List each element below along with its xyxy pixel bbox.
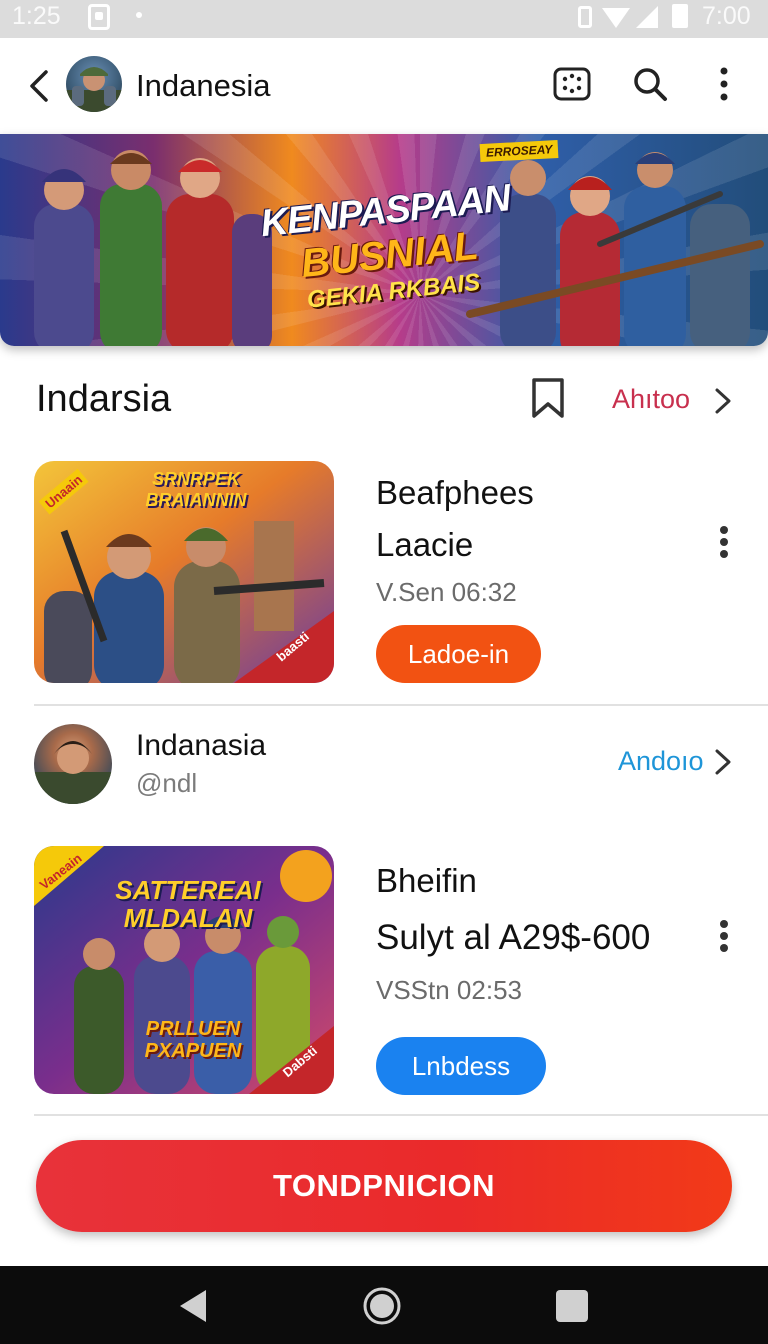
card-meta: V.Sen 06:32 bbox=[376, 577, 517, 607]
primary-cta-button[interactable]: TONDPNICION bbox=[36, 1140, 732, 1232]
nav-recents-button[interactable] bbox=[552, 1286, 592, 1326]
status-time-left: 1:25 bbox=[12, 2, 61, 30]
overflow-menu-button[interactable] bbox=[702, 62, 746, 106]
game-controller-icon bbox=[553, 67, 591, 101]
battery-icon bbox=[672, 4, 688, 28]
card-more-button[interactable] bbox=[718, 920, 730, 956]
wifi-icon bbox=[602, 8, 630, 28]
search-icon bbox=[634, 68, 667, 101]
game-controller-button[interactable] bbox=[550, 62, 594, 106]
card-action-button[interactable]: Ladoe-in bbox=[376, 625, 541, 683]
chevron-right-icon bbox=[715, 749, 731, 775]
signal-icon bbox=[636, 6, 658, 28]
home-circle-icon bbox=[363, 1287, 401, 1325]
author-profile-link[interactable]: Andoıo bbox=[618, 746, 704, 777]
notification-dot-icon bbox=[136, 12, 142, 18]
back-button[interactable] bbox=[24, 66, 58, 106]
system-navigation-bar bbox=[0, 1266, 768, 1344]
card-title-line-2: Sulyt al A29$-600 bbox=[376, 918, 651, 957]
card-title-line-1: Beafphees bbox=[376, 474, 534, 511]
section-title: Indarsia bbox=[36, 378, 172, 420]
card-more-button[interactable] bbox=[718, 526, 730, 562]
more-vertical-icon bbox=[720, 920, 728, 928]
notification-icon bbox=[88, 4, 110, 30]
channel-avatar[interactable] bbox=[66, 56, 122, 112]
more-vertical-icon bbox=[720, 67, 728, 101]
chevron-right-icon bbox=[715, 388, 731, 414]
author-name: Indanasia bbox=[136, 729, 267, 762]
bookmark-button[interactable] bbox=[528, 376, 568, 420]
thumbnail-title: SATTEREAI MLDALAN bbox=[115, 875, 261, 933]
search-button[interactable] bbox=[628, 62, 672, 106]
triangle-back-icon bbox=[180, 1290, 206, 1322]
app-toolbar: Indanesia bbox=[0, 38, 768, 134]
section-see-all-link[interactable]: Ahıtoo bbox=[612, 384, 690, 415]
status-bar: 1:25 7:00 bbox=[0, 0, 768, 38]
card-action-button[interactable]: Lnbdess bbox=[376, 1037, 546, 1095]
card-title-line-1: Bheifin bbox=[376, 862, 477, 899]
game-thumbnail-1[interactable]: SRNRPEK BRAIANNIN Unaain baasti bbox=[34, 461, 334, 683]
soldier-avatar-icon bbox=[66, 67, 122, 112]
bookmark-icon bbox=[532, 378, 564, 418]
divider bbox=[34, 1114, 768, 1116]
toolbar-title: Indanesia bbox=[136, 68, 271, 103]
game-thumbnail-2[interactable]: SATTEREAI MLDALAN PRLLUEN PXAPUEN Vaneai… bbox=[34, 846, 334, 1094]
vibrate-icon bbox=[578, 6, 592, 28]
thumbnail-title: SRNRPEK BRAIANNIN bbox=[145, 469, 247, 510]
status-time-right: 7:00 bbox=[702, 2, 751, 30]
divider bbox=[34, 704, 768, 706]
nav-back-button[interactable] bbox=[174, 1286, 214, 1326]
thumbnail-subtitle: PRLLUEN PXAPUEN bbox=[144, 1018, 242, 1062]
author-avatar-art bbox=[34, 741, 112, 804]
card-meta: VSStn 02:53 bbox=[376, 975, 522, 1005]
back-arrow-icon bbox=[30, 70, 48, 102]
square-recents-icon bbox=[556, 1290, 588, 1322]
author-avatar[interactable] bbox=[34, 724, 112, 804]
nav-home-button[interactable] bbox=[362, 1286, 402, 1326]
more-vertical-icon bbox=[720, 526, 728, 534]
author-handle: @ndl bbox=[136, 768, 198, 798]
card-title-line-2: Laacie bbox=[376, 526, 474, 563]
